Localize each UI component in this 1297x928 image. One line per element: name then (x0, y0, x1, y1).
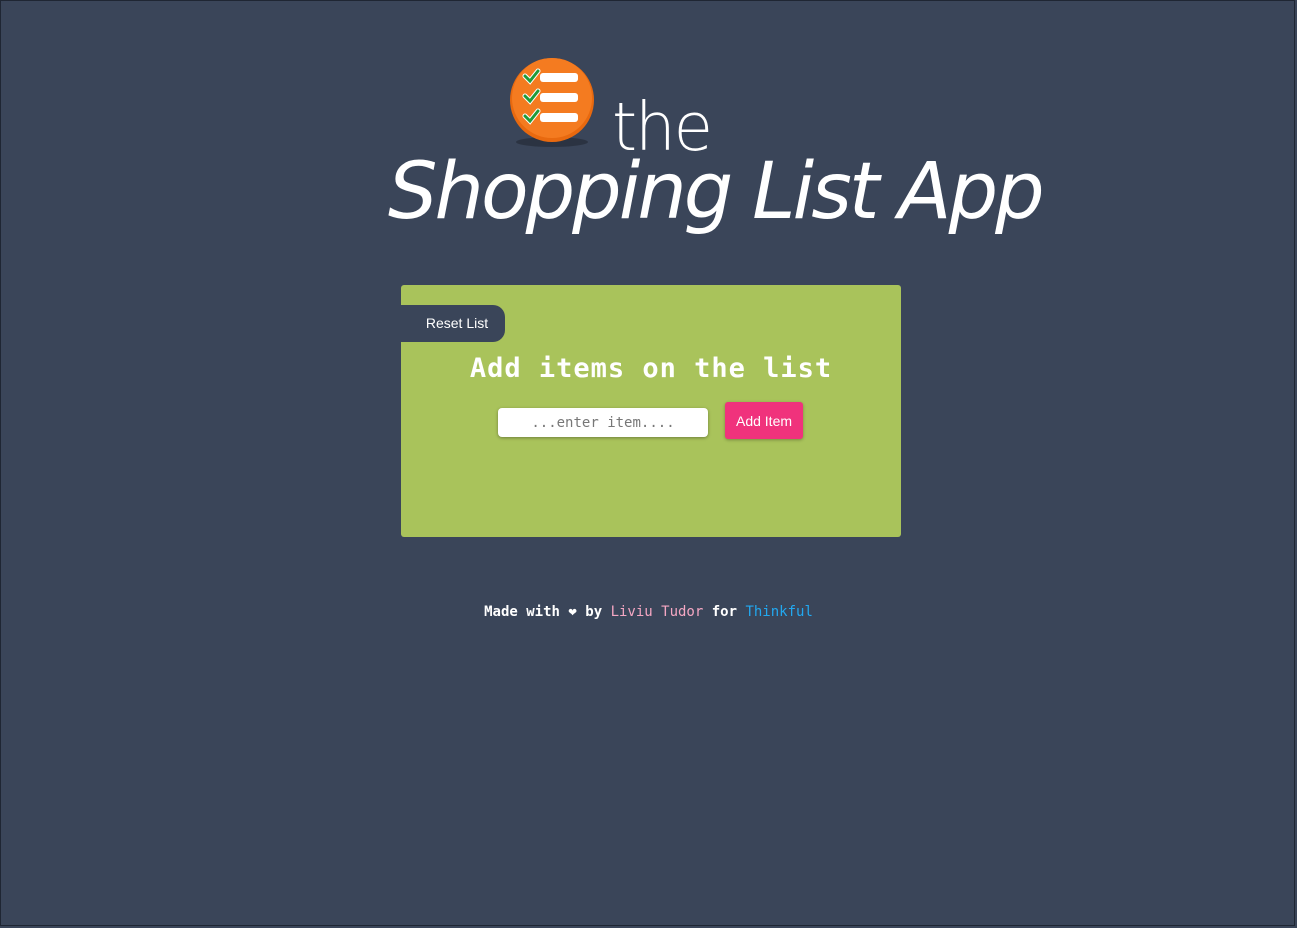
heart-icon: ❤ (568, 604, 577, 620)
thinkful-link[interactable]: Thinkful (745, 604, 812, 620)
add-item-button[interactable]: Add Item (725, 402, 803, 439)
footer: Made with ❤ by Liviu Tudor for Thinkful (0, 604, 1297, 620)
footer-for: for (711, 604, 738, 620)
shopping-list-panel: Reset List Add items on the list Add Ite… (401, 285, 901, 537)
item-input[interactable] (498, 408, 708, 437)
app-title: Shopping List App (388, 147, 1045, 237)
panel-heading: Add items on the list (469, 353, 833, 384)
checklist-icon (510, 58, 594, 147)
footer-by: by (585, 604, 603, 620)
reset-list-button[interactable]: Reset List (401, 305, 505, 342)
footer-made-with: Made with (484, 604, 560, 620)
author-link[interactable]: Liviu Tudor (611, 604, 704, 620)
